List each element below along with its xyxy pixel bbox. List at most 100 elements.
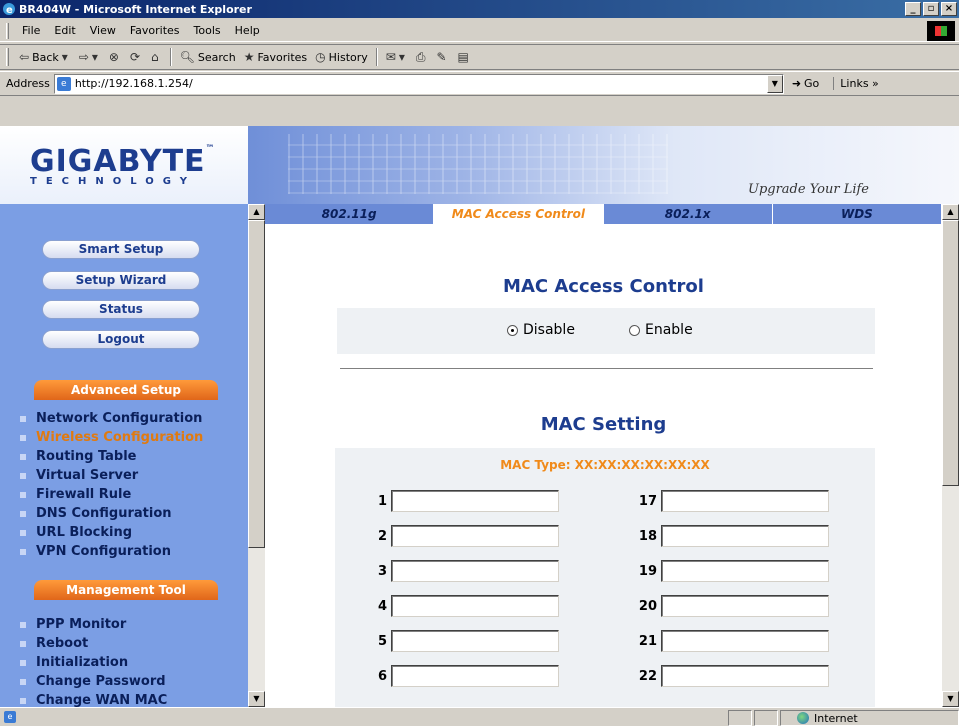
svg-text:e: e	[6, 5, 13, 16]
setup-wizard-button[interactable]: Setup Wizard	[42, 271, 200, 290]
menu-bar: File Edit View Favorites Tools Help	[0, 20, 959, 42]
nav-dns-configuration[interactable]: DNS Configuration	[20, 506, 172, 521]
mac-input-18[interactable]	[661, 525, 829, 547]
tab-mac-access-control[interactable]: MAC Access Control	[434, 204, 604, 224]
nav-ppp-monitor[interactable]: PPP Monitor	[20, 617, 126, 632]
address-dropdown-icon[interactable]: ▼	[766, 74, 783, 93]
menu-edit[interactable]: Edit	[47, 24, 82, 37]
go-button[interactable]: ➜ Go	[792, 77, 819, 90]
scroll-up-icon[interactable]: ▲	[942, 204, 959, 220]
disable-radio[interactable]: Disable	[507, 322, 575, 338]
scroll-thumb[interactable]	[942, 220, 959, 486]
divider	[340, 368, 873, 370]
title-bar: e BR404W - Microsoft Internet Explorer _…	[0, 0, 959, 18]
nav-change-password[interactable]: Change Password	[20, 674, 166, 689]
bullet-icon	[20, 415, 26, 422]
home-button[interactable]: ⌂	[147, 46, 166, 68]
tab-wds[interactable]: WDS	[773, 204, 942, 224]
window-title: BR404W - Microsoft Internet Explorer	[19, 2, 252, 16]
refresh-button[interactable]: ⟳	[126, 46, 147, 68]
management-tool-header: Management Tool	[34, 580, 218, 600]
minimize-button[interactable]: _	[905, 2, 921, 16]
scroll-thumb[interactable]	[248, 220, 265, 548]
mac-input-22[interactable]	[661, 665, 829, 687]
bullet-icon	[20, 548, 26, 555]
mail-button[interactable]: ✉ ▾	[382, 46, 412, 68]
mac-input-21[interactable]	[661, 630, 829, 652]
favorites-button[interactable]: ★ Favorites	[240, 46, 311, 68]
stop-button[interactable]: ⊗	[105, 46, 126, 68]
scroll-down-icon[interactable]: ▼	[942, 691, 959, 707]
brand-sub: TECHNOLOGY	[30, 176, 196, 187]
menu-file[interactable]: File	[15, 24, 47, 37]
mac-input-1[interactable]	[391, 490, 559, 512]
tab-80211g[interactable]: 802.11g	[265, 204, 435, 224]
menu-help[interactable]: Help	[228, 24, 267, 37]
mac-row: 6	[367, 665, 559, 687]
nav-vpn-configuration[interactable]: VPN Configuration	[20, 544, 171, 559]
mac-input-6[interactable]	[391, 665, 559, 687]
mac-row: 21	[637, 630, 829, 652]
nav-initialization[interactable]: Initialization	[20, 655, 128, 670]
nav-virtual-server[interactable]: Virtual Server	[20, 468, 138, 483]
tab-8021x[interactable]: 802.1x	[604, 204, 773, 224]
banner: GIGABYTE™ TECHNOLOGY Upgrade Your Life	[0, 126, 959, 204]
mac-input-20[interactable]	[661, 595, 829, 617]
mac-row: 17	[637, 490, 829, 512]
address-input[interactable]: e http://192.168.1.254/ ▼	[53, 73, 784, 94]
nav-network-configuration[interactable]: Network Configuration	[20, 411, 202, 426]
links-button[interactable]: Links »	[833, 77, 879, 90]
history-icon: ◷	[315, 50, 326, 64]
print-button[interactable]: ⎙	[412, 46, 433, 68]
radio-selected-icon	[507, 324, 518, 336]
banner-image: Upgrade Your Life	[248, 126, 959, 204]
enable-radio[interactable]: Enable	[629, 322, 693, 338]
edit-button[interactable]: ✎	[432, 46, 453, 68]
mac-input-19[interactable]	[661, 560, 829, 582]
main-scrollbar[interactable]: ▲ ▼	[942, 204, 959, 707]
mac-input-17[interactable]	[661, 490, 829, 512]
security-zone: Internet	[780, 710, 959, 726]
search-button[interactable]: 🔍︎ Search	[176, 46, 240, 68]
nav-routing-table[interactable]: Routing Table	[20, 449, 137, 464]
nav-reboot[interactable]: Reboot	[20, 636, 88, 651]
page-status-icon: e	[4, 711, 16, 723]
logout-button[interactable]: Logout	[42, 330, 200, 349]
scroll-down-icon[interactable]: ▼	[248, 691, 265, 707]
menu-favorites[interactable]: Favorites	[123, 24, 187, 37]
access-control-box: Disable Enable	[337, 308, 875, 354]
smart-setup-button[interactable]: Smart Setup	[42, 240, 200, 259]
nav-scrollbar[interactable]: ▲ ▼	[248, 204, 265, 707]
status-pane	[754, 710, 778, 726]
mac-input-3[interactable]	[391, 560, 559, 582]
windows-logo-icon	[927, 21, 955, 41]
mac-input-2[interactable]	[391, 525, 559, 547]
discuss-button[interactable]: ▤	[454, 46, 476, 68]
advanced-setup-header: Advanced Setup	[34, 380, 218, 400]
nav-change-wan-mac[interactable]: Change WAN MAC	[20, 693, 167, 707]
status-button[interactable]: Status	[42, 300, 200, 319]
nav-wireless-configuration[interactable]: Wireless Configuration	[20, 430, 203, 445]
mac-input-5[interactable]	[391, 630, 559, 652]
status-bar: e Internet	[0, 707, 959, 726]
main-panel: 802.11g MAC Access Control 802.1x WDS MA…	[265, 204, 942, 707]
brand-logo: GIGABYTE™	[30, 144, 216, 179]
print-icon: ⎙	[415, 49, 426, 64]
maximize-button[interactable]: ▫	[923, 2, 939, 16]
forward-button[interactable]: ⇨ ▾	[75, 46, 105, 68]
mac-row: 4	[367, 595, 559, 617]
close-button[interactable]: ×	[941, 2, 957, 16]
nav-url-blocking[interactable]: URL Blocking	[20, 525, 132, 540]
mac-input-4[interactable]	[391, 595, 559, 617]
home-icon: ⌂	[151, 50, 159, 64]
nav-firewall-rule[interactable]: Firewall Rule	[20, 487, 131, 502]
bullet-icon	[20, 434, 26, 441]
bullet-icon	[20, 472, 26, 479]
history-button[interactable]: ◷ History	[311, 46, 372, 68]
back-button[interactable]: ⇦ Back ▾	[15, 46, 75, 68]
menu-view[interactable]: View	[83, 24, 123, 37]
scroll-up-icon[interactable]: ▲	[248, 204, 265, 220]
forward-arrow-icon: ⇨	[78, 50, 89, 64]
stop-icon: ⊗	[108, 50, 119, 64]
menu-tools[interactable]: Tools	[187, 24, 228, 37]
